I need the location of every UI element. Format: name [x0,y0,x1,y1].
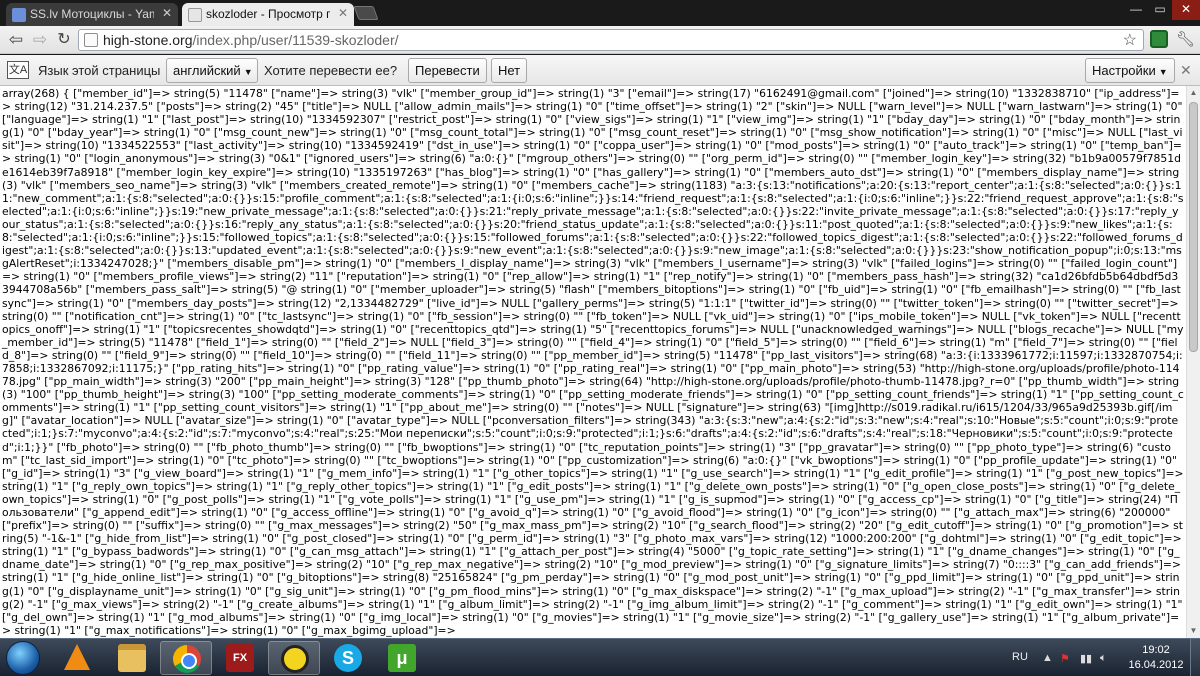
taskbar-explorer[interactable] [106,641,158,675]
taskbar-fx[interactable]: FX [214,641,266,675]
page-content: array(268) { ["member_id"]=> string(5) "… [0,86,1186,638]
tab-title: SS.lv Мотоциклы - Yamaha [30,7,154,21]
taskbar-chrome[interactable] [160,641,212,675]
address-bar[interactable]: high-stone.org/index.php/user/11539-skoz… [78,29,1144,51]
page-icon [84,33,98,47]
taskbar-skype[interactable]: S [322,641,374,675]
language-value: английский [173,63,241,78]
close-tab-icon[interactable]: ✕ [338,6,348,20]
close-tab-icon[interactable]: ✕ [162,6,172,20]
chevron-down-icon: ▼ [243,67,253,77]
var-dump-text: array(268) { ["member_id"]=> string(5) "… [2,87,1184,637]
show-desktop-button[interactable] [1190,639,1200,676]
reload-icon: ↻ [57,31,71,48]
scroll-down-icon[interactable]: ▼ [1187,624,1200,638]
close-icon[interactable]: ✕ [1180,62,1192,79]
wrench-icon[interactable]: 🔧︎ [1176,30,1195,48]
forward-button[interactable]: ⇨ [30,30,50,50]
language-label: Язык этой страницы [38,63,161,78]
skype-icon: S [334,644,362,672]
arrow-right-icon: ⇨ [32,30,48,49]
scroll-up-icon[interactable]: ▲ [1187,86,1200,100]
tab-strip: SS.lv Мотоциклы - Yamaha ✕ skozloder - П… [0,0,1200,26]
url-host: high-stone.org [103,32,193,48]
reload-button[interactable]: ↻ [54,30,74,50]
network-icon[interactable]: ▮▮ [1080,652,1092,665]
chevron-down-icon: ▼ [1158,67,1168,77]
language-select[interactable]: английский ▼ [166,58,258,83]
high-stone-favicon-icon [188,8,202,22]
utorrent-icon: μ [388,644,416,672]
tray-expand-icon[interactable]: ▲ [1042,652,1053,664]
explorer-icon [118,644,146,672]
daemon-tools-icon [281,645,309,673]
tab-ss-lv[interactable]: SS.lv Мотоциклы - Yamaha ✕ [6,3,178,26]
ss-lv-favicon-icon [12,8,26,22]
maximize-button[interactable]: ▭ [1148,0,1172,20]
taskbar-vlc[interactable] [52,641,104,675]
taskbar-utorrent[interactable]: μ [376,641,428,675]
translate-infobar: 文A Язык этой страницы английский ▼ Хотите… [0,55,1200,86]
minimize-button[interactable]: — [1124,0,1148,20]
translate-question: Хотите перевести ее? [264,63,398,78]
tab-title: skozloder - Просмотр профиля [206,7,330,21]
back-button[interactable]: ⇦ [6,30,26,50]
settings-label: Настройки [1092,63,1156,78]
tray-language[interactable]: RU [1012,651,1028,663]
settings-button[interactable]: Настройки ▼ [1085,58,1175,83]
close-window-button[interactable]: ✕ [1172,0,1200,20]
taskbar-daemon-tools[interactable] [268,641,320,675]
fx-icon: FX [226,644,254,672]
no-button[interactable]: Нет [491,58,528,83]
action-center-flag-icon[interactable]: ⚑ [1060,652,1070,665]
windows-taskbar: FX S μ RU ▲ ⚑ ▮▮ 🔈︎ 19:02 16.04.2012 [0,638,1200,676]
scroll-thumb[interactable] [1189,102,1198,352]
volume-icon[interactable]: 🔈︎ [1100,652,1107,665]
translate-button[interactable]: Перевести [408,58,487,83]
vlc-icon [64,644,90,670]
clock-date[interactable]: 16.04.2012 [1124,659,1188,671]
browser-toolbar: ⇦ ⇨ ↻ high-stone.org/index.php/user/1153… [0,26,1200,54]
clock-time[interactable]: 19:02 [1136,644,1176,656]
extension-icon[interactable] [1150,30,1168,48]
vertical-scrollbar[interactable]: ▲ ▼ [1186,86,1200,638]
arrow-left-icon: ⇦ [8,30,24,49]
url-path: /index.php/user/11539-skozloder/ [192,32,399,48]
bookmark-star-icon[interactable]: ☆ [1123,30,1137,50]
url-text[interactable]: high-stone.org/index.php/user/11539-skoz… [103,32,399,48]
new-tab-button[interactable] [353,6,379,20]
start-button[interactable] [6,641,40,675]
chrome-icon [173,645,201,673]
translate-icon: 文A [7,61,29,79]
tab-skozloder[interactable]: skozloder - Просмотр профиля ✕ [182,3,354,26]
